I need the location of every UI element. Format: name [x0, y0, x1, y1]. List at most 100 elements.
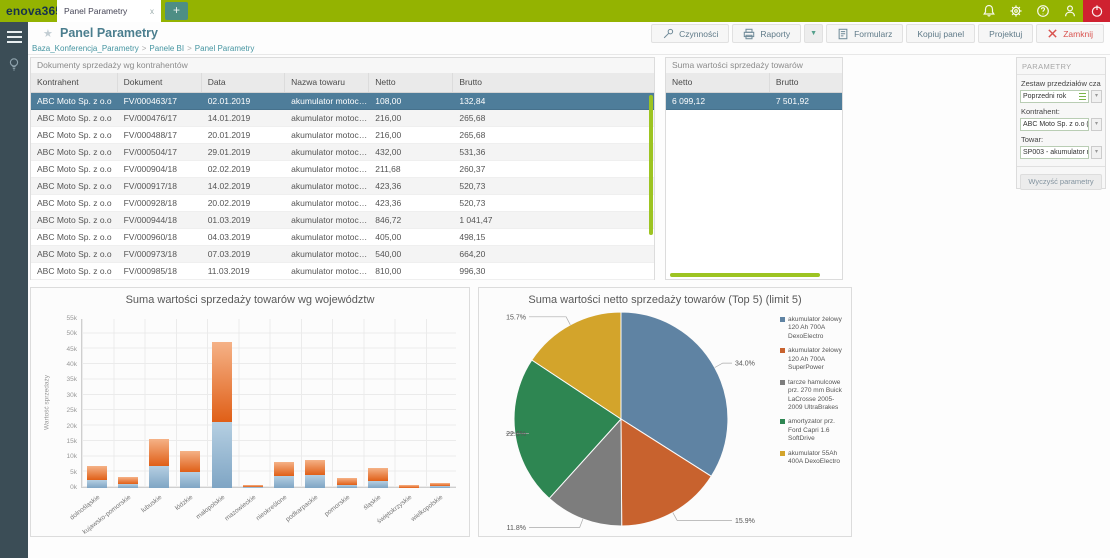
table-row[interactable]: ABC Moto Sp. z o.oFV/000985/1811.03.2019… — [31, 263, 654, 280]
breadcrumb-item[interactable]: Panele BI — [149, 44, 184, 53]
column-header[interactable]: Kontrahent — [31, 73, 118, 92]
bar-segment-top[interactable] — [368, 468, 388, 480]
table-row[interactable]: 6 099,127 501,92 — [666, 93, 842, 110]
bar-segment-top[interactable] — [118, 477, 138, 485]
raporty-button[interactable]: Raporty — [732, 24, 801, 43]
bar-segment-bottom[interactable] — [430, 486, 450, 488]
parameter-dropdown[interactable]: Poprzedni rok — [1020, 90, 1089, 103]
legend-item[interactable]: tarcze hamulcowe prz. 270 mm Buick LaCro… — [780, 379, 848, 413]
left-sidebar — [0, 22, 28, 558]
column-header[interactable]: Data — [202, 73, 285, 92]
table-cell: akumulator motocyklowy 10Ah ... — [285, 178, 369, 194]
column-header[interactable]: Nazwa towaru — [285, 73, 369, 92]
bar-segment-bottom[interactable] — [118, 484, 138, 488]
column-header[interactable]: Brutto — [453, 73, 654, 92]
column-header[interactable]: Dokument — [118, 73, 202, 92]
breadcrumb-item[interactable]: Baza_Konferencja_Parametry — [32, 44, 139, 53]
column-header[interactable]: Netto — [369, 73, 453, 92]
bar-segment-bottom[interactable] — [149, 466, 169, 488]
notifications-bell-icon[interactable] — [975, 0, 1002, 22]
parameter-row: ABC Moto Sp. z o.o (Abc)▾ — [1020, 118, 1102, 131]
bar-segment-top[interactable] — [180, 451, 200, 472]
table-row[interactable]: ABC Moto Sp. z o.oFV/000960/1804.03.2019… — [31, 229, 654, 246]
bar-segment-top[interactable] — [399, 485, 419, 487]
field-expand-button[interactable]: ▾ — [1091, 118, 1102, 131]
table-row[interactable]: ABC Moto Sp. z o.oFV/000928/1820.02.2019… — [31, 195, 654, 212]
clear-parameters-button[interactable]: Wyczyść parametry — [1020, 174, 1102, 190]
vertical-scrollbar[interactable] — [649, 95, 653, 235]
table-cell: 531,36 — [453, 144, 654, 160]
y-axis-tick-label: 10k — [51, 453, 77, 460]
pie-label-leader-line — [673, 513, 732, 521]
table-cell: FV/000463/17 — [118, 93, 202, 109]
breadcrumb-separator: > — [187, 44, 192, 53]
projektuj-button[interactable]: Projektuj — [978, 24, 1033, 43]
bar-segment-top[interactable] — [305, 460, 325, 474]
legend-item[interactable]: akumulator żelowy 120 Ah 700A DexoElectr… — [780, 316, 848, 341]
parameter-value: SP003 - akumulator motoc — [1023, 149, 1089, 156]
breadcrumb-item[interactable]: Panel Parametry — [195, 44, 255, 53]
breadcrumb-separator: > — [142, 44, 147, 53]
parameter-dropdown[interactable]: SP003 - akumulator motoc — [1020, 146, 1089, 159]
y-axis-tick-label: 0k — [51, 484, 77, 491]
menu-hamburger-icon[interactable] — [7, 31, 22, 43]
bar-segment-bottom[interactable] — [180, 472, 200, 488]
tab-panel-parametry[interactable]: Panel Parametry x — [57, 0, 161, 22]
bar-segment-top[interactable] — [337, 478, 357, 485]
field-expand-button[interactable]: ▾ — [1091, 90, 1102, 103]
favorite-star-icon[interactable]: ★ — [43, 27, 53, 40]
column-header[interactable]: Brutto — [770, 73, 842, 92]
table-cell: ABC Moto Sp. z o.o — [31, 178, 118, 194]
topbar-icons — [975, 0, 1110, 22]
bar-segment-bottom[interactable] — [243, 487, 263, 488]
pie-label-leader-line — [529, 317, 570, 325]
legend-item[interactable]: amortyzator prz. Ford Capri 1.6 SoftDriv… — [780, 418, 848, 443]
kopiuj-panel-button[interactable]: Kopiuj panel — [906, 24, 975, 43]
bar-segment-bottom[interactable] — [305, 475, 325, 488]
table-header-row: KontrahentDokumentDataNazwa towaruNettoB… — [31, 73, 654, 93]
zamknij-button[interactable]: Zamknij — [1036, 24, 1104, 43]
zamknij-label: Zamknij — [1063, 29, 1093, 39]
bar-segment-bottom[interactable] — [368, 481, 388, 488]
table-row[interactable]: ABC Moto Sp. z o.oFV/000488/1720.01.2019… — [31, 127, 654, 144]
bar-segment-bottom[interactable] — [274, 476, 294, 488]
bar-segment-bottom[interactable] — [87, 480, 107, 488]
czynnosci-button[interactable]: Czynności — [651, 24, 729, 43]
new-tab-button[interactable]: + — [165, 2, 188, 20]
app-logo[interactable]: enova365 — [0, 0, 57, 22]
raporty-dropdown-button[interactable]: ▼ — [804, 24, 823, 43]
table-row[interactable]: ABC Moto Sp. z o.oFV/000917/1814.02.2019… — [31, 178, 654, 195]
y-axis-tick-label: 30k — [51, 392, 77, 399]
bar-segment-top[interactable] — [243, 485, 263, 487]
parameter-row: SP003 - akumulator motoc▾ — [1020, 146, 1102, 159]
bar-segment-top[interactable] — [430, 483, 450, 485]
help-icon[interactable] — [1029, 0, 1056, 22]
logout-power-icon[interactable] — [1083, 0, 1110, 22]
user-icon[interactable] — [1056, 0, 1083, 22]
bar-segment-top[interactable] — [149, 439, 169, 465]
bar-segment-bottom[interactable] — [337, 485, 357, 488]
table-row[interactable]: ABC Moto Sp. z o.oFV/000944/1801.03.2019… — [31, 212, 654, 229]
bar-segment-bottom[interactable] — [212, 422, 232, 488]
table-row[interactable]: ABC Moto Sp. z o.oFV/000504/1729.01.2019… — [31, 144, 654, 161]
legend-label: akumulator żelowy 120 Ah 700A SuperPower — [788, 347, 848, 372]
table-row[interactable]: ABC Moto Sp. z o.oFV/000904/1802.02.2019… — [31, 161, 654, 178]
parameter-dropdown[interactable]: ABC Moto Sp. z o.o (Abc) — [1020, 118, 1089, 131]
table-cell: akumulator motocyklowy 10Ah ... — [285, 161, 369, 177]
table-row[interactable]: ABC Moto Sp. z o.oFV/000476/1714.01.2019… — [31, 110, 654, 127]
bar-segment-top[interactable] — [87, 466, 107, 480]
table-row[interactable]: ABC Moto Sp. z o.oFV/000973/1807.03.2019… — [31, 246, 654, 263]
tips-lightbulb-icon[interactable] — [7, 57, 22, 72]
horizontal-scrollbar[interactable] — [670, 273, 820, 277]
bar-segment-top[interactable] — [212, 342, 232, 422]
tab-close-icon[interactable]: x — [150, 7, 154, 16]
legend-label: akumulator żelowy 120 Ah 700A DexoElectr… — [788, 316, 848, 341]
field-expand-button[interactable]: ▾ — [1091, 146, 1102, 159]
settings-gear-icon[interactable] — [1002, 0, 1029, 22]
table-row[interactable]: ABC Moto Sp. z o.oFV/000463/1702.01.2019… — [31, 93, 654, 110]
formularz-button[interactable]: Formularz — [826, 24, 903, 43]
legend-item[interactable]: akumulator 55Ah 400A DexoElectro — [780, 450, 848, 467]
bar-segment-top[interactable] — [274, 462, 294, 475]
column-header[interactable]: Netto — [666, 73, 770, 92]
legend-item[interactable]: akumulator żelowy 120 Ah 700A SuperPower — [780, 347, 848, 372]
